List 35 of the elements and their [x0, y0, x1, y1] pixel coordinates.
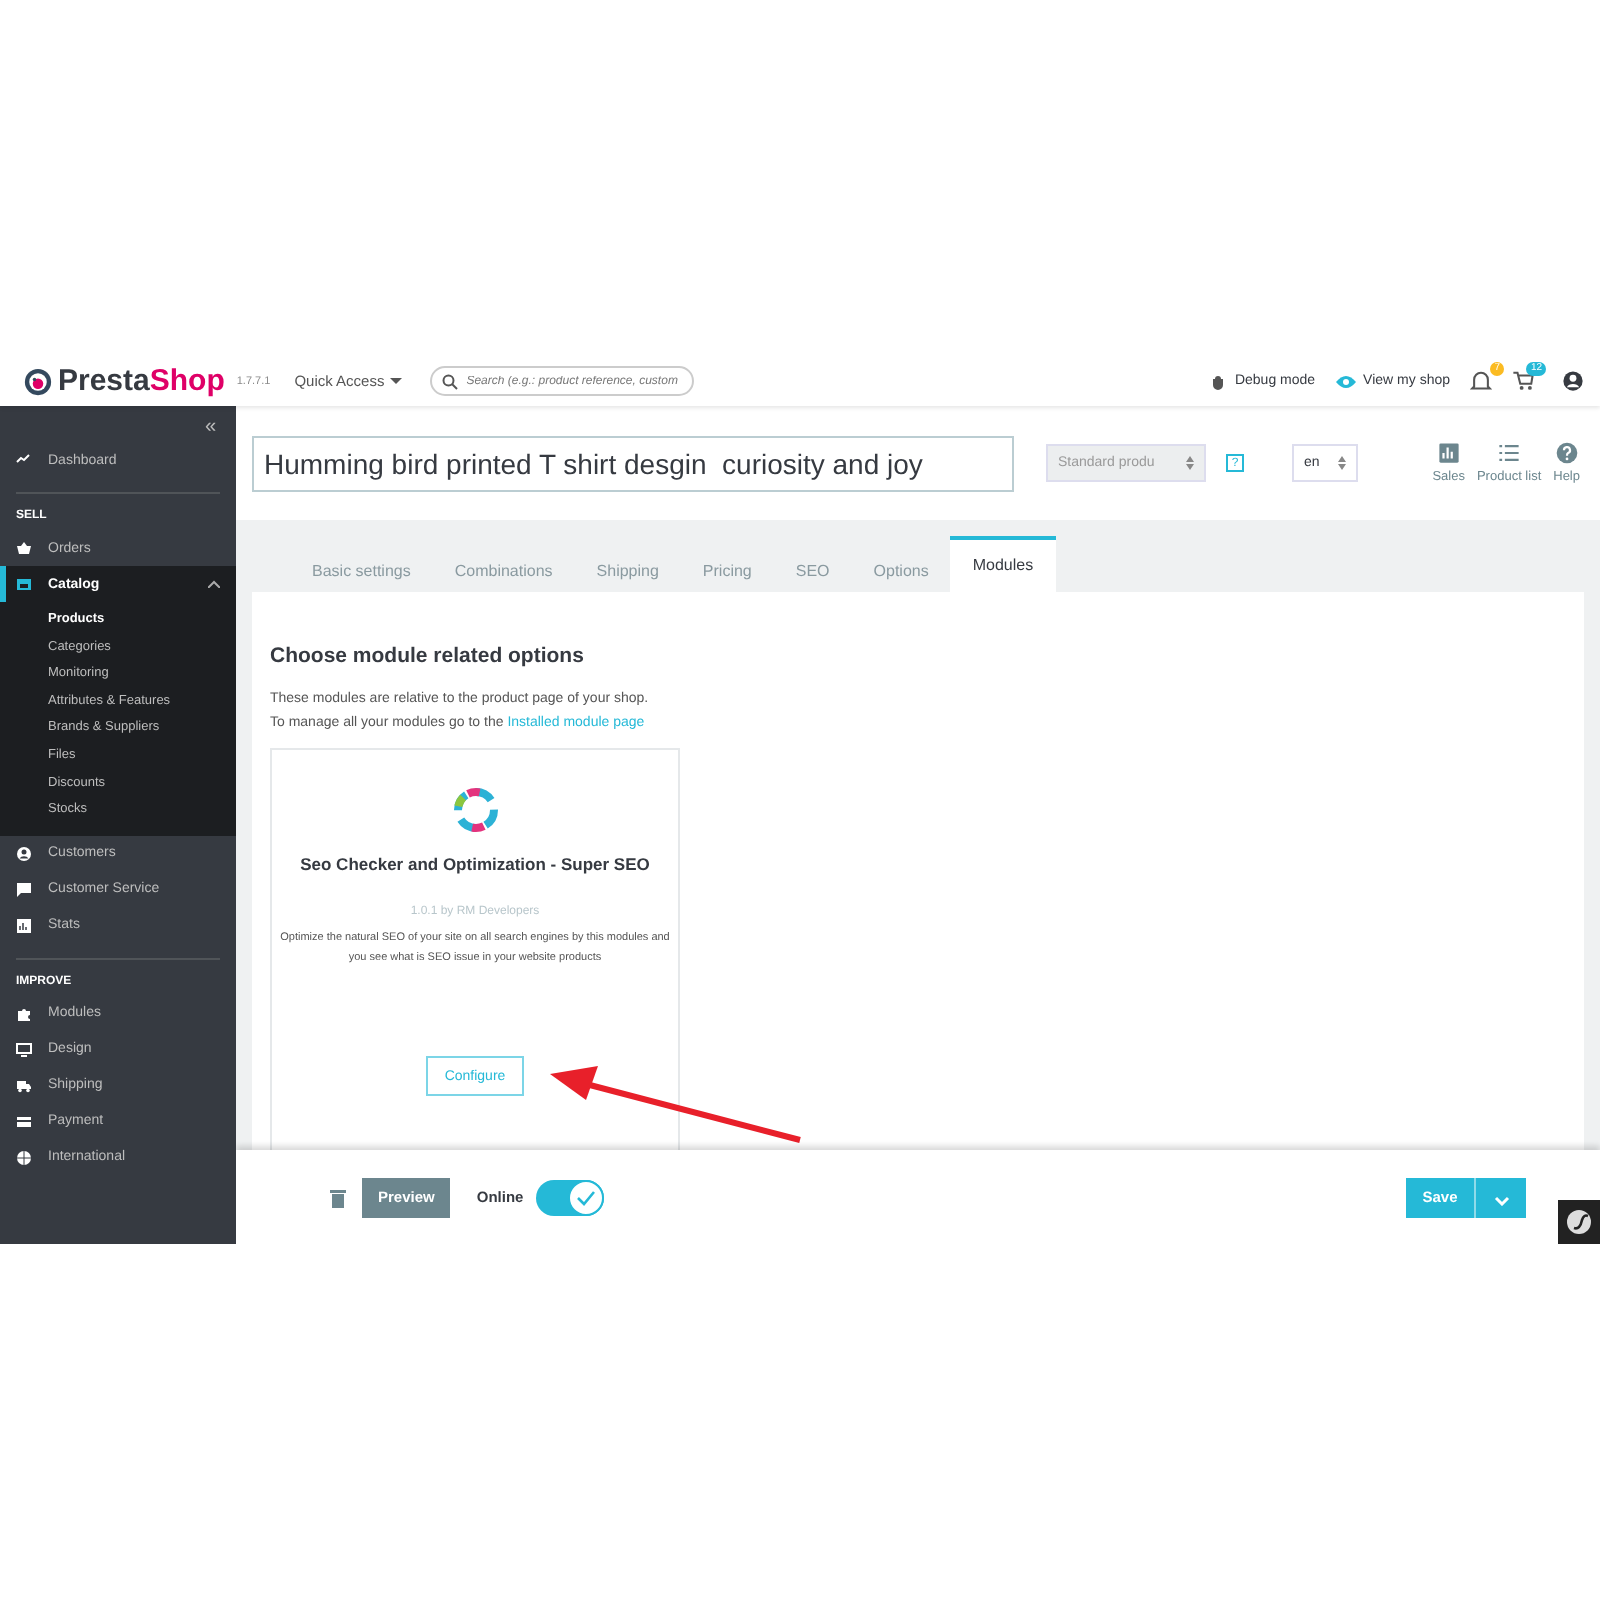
chart-icon: [16, 917, 32, 934]
sort-arrows-icon: [1338, 456, 1346, 470]
cart-icon: [1512, 370, 1534, 392]
chart-icon: [1437, 442, 1460, 464]
globe-icon: [16, 1149, 32, 1166]
chat-icon: [16, 881, 32, 898]
account-icon[interactable]: [1562, 370, 1584, 392]
save-options-button[interactable]: [1474, 1177, 1526, 1217]
user-icon: [16, 845, 32, 862]
tab[interactable]: Modules: [950, 536, 1056, 592]
eye-icon: [1335, 373, 1356, 389]
collapse-button[interactable]: «: [204, 418, 216, 438]
truck-icon: [16, 1077, 32, 1094]
caret-icon: [390, 377, 403, 385]
product-name-field[interactable]: Humming bird printed T shirt desgin curiosity and joy: [252, 435, 1014, 491]
monitor-icon: [16, 1041, 32, 1058]
search-icon: [442, 373, 459, 389]
bug-icon: [1210, 373, 1227, 389]
logo-icon: [24, 367, 52, 395]
list-icon: [1498, 442, 1521, 464]
trash-icon[interactable]: [330, 1187, 346, 1207]
sort-arrows-icon: [1186, 456, 1194, 470]
brand-name: PrestaShop: [58, 364, 225, 398]
basket-icon: [16, 540, 32, 556]
puzzle-icon: [16, 1005, 32, 1022]
module-logo-icon: [453, 788, 497, 832]
module-name: Seo Checker and Optimization - Super SEO: [300, 854, 650, 874]
online-toggle[interactable]: [535, 1179, 604, 1215]
section-heading: Choose module related options: [270, 644, 586, 668]
trend-icon: [16, 452, 32, 468]
help-icon: [1555, 442, 1578, 464]
debug-toolbar-icon[interactable]: [1558, 1200, 1600, 1244]
caret-icon: [1493, 1196, 1509, 1206]
bell-icon: [1470, 370, 1492, 392]
store-icon: [16, 576, 32, 592]
